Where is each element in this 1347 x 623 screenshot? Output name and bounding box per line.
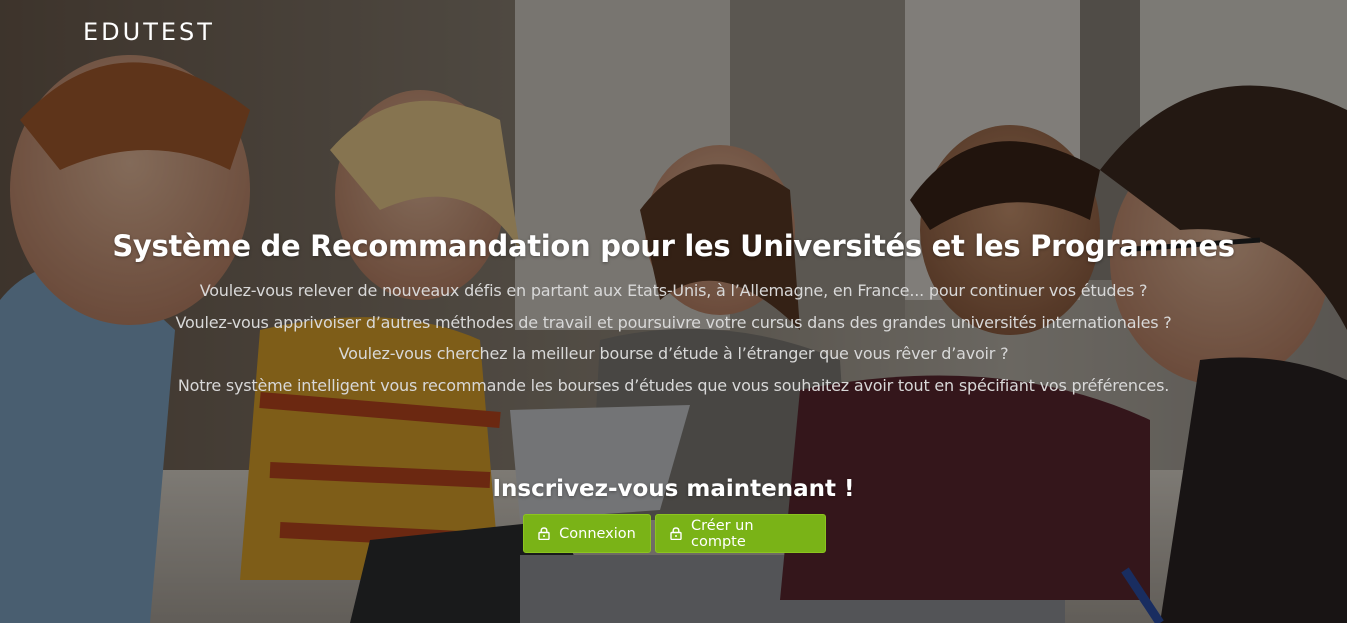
page-title: Système de Recommandation pour les Unive… (112, 229, 1235, 263)
login-button-label: Connexion (559, 525, 636, 542)
hero-line-2: Voulez-vous apprivoiser d’autres méthode… (175, 312, 1172, 332)
lock-icon (670, 527, 682, 540)
lock-icon (538, 527, 550, 540)
hero-content: Système de Recommandation pour les Unive… (0, 226, 1347, 401)
hero-section: EDUTEST Système de Recommandation pour l… (0, 0, 1347, 623)
brand-logo[interactable]: EDUTEST (83, 18, 215, 46)
hero-line-1: Voulez-vous relever de nouveaux défis en… (199, 281, 1148, 300)
signup-heading: Inscrivez-vous maintenant ! (492, 476, 855, 502)
cta-buttons: Connexion Créer un compte (523, 514, 826, 553)
create-account-button[interactable]: Créer un compte (655, 514, 826, 553)
login-button[interactable]: Connexion (523, 514, 651, 553)
hero-line-3: Voulez-vous cherchez la meilleur bourse … (338, 344, 1009, 363)
hero-line-4: Notre système intelligent vous recommand… (177, 375, 1170, 395)
create-account-button-label: Créer un compte (691, 517, 754, 550)
hero-description: Voulez-vous relever de nouveaux défis en… (0, 275, 1347, 401)
